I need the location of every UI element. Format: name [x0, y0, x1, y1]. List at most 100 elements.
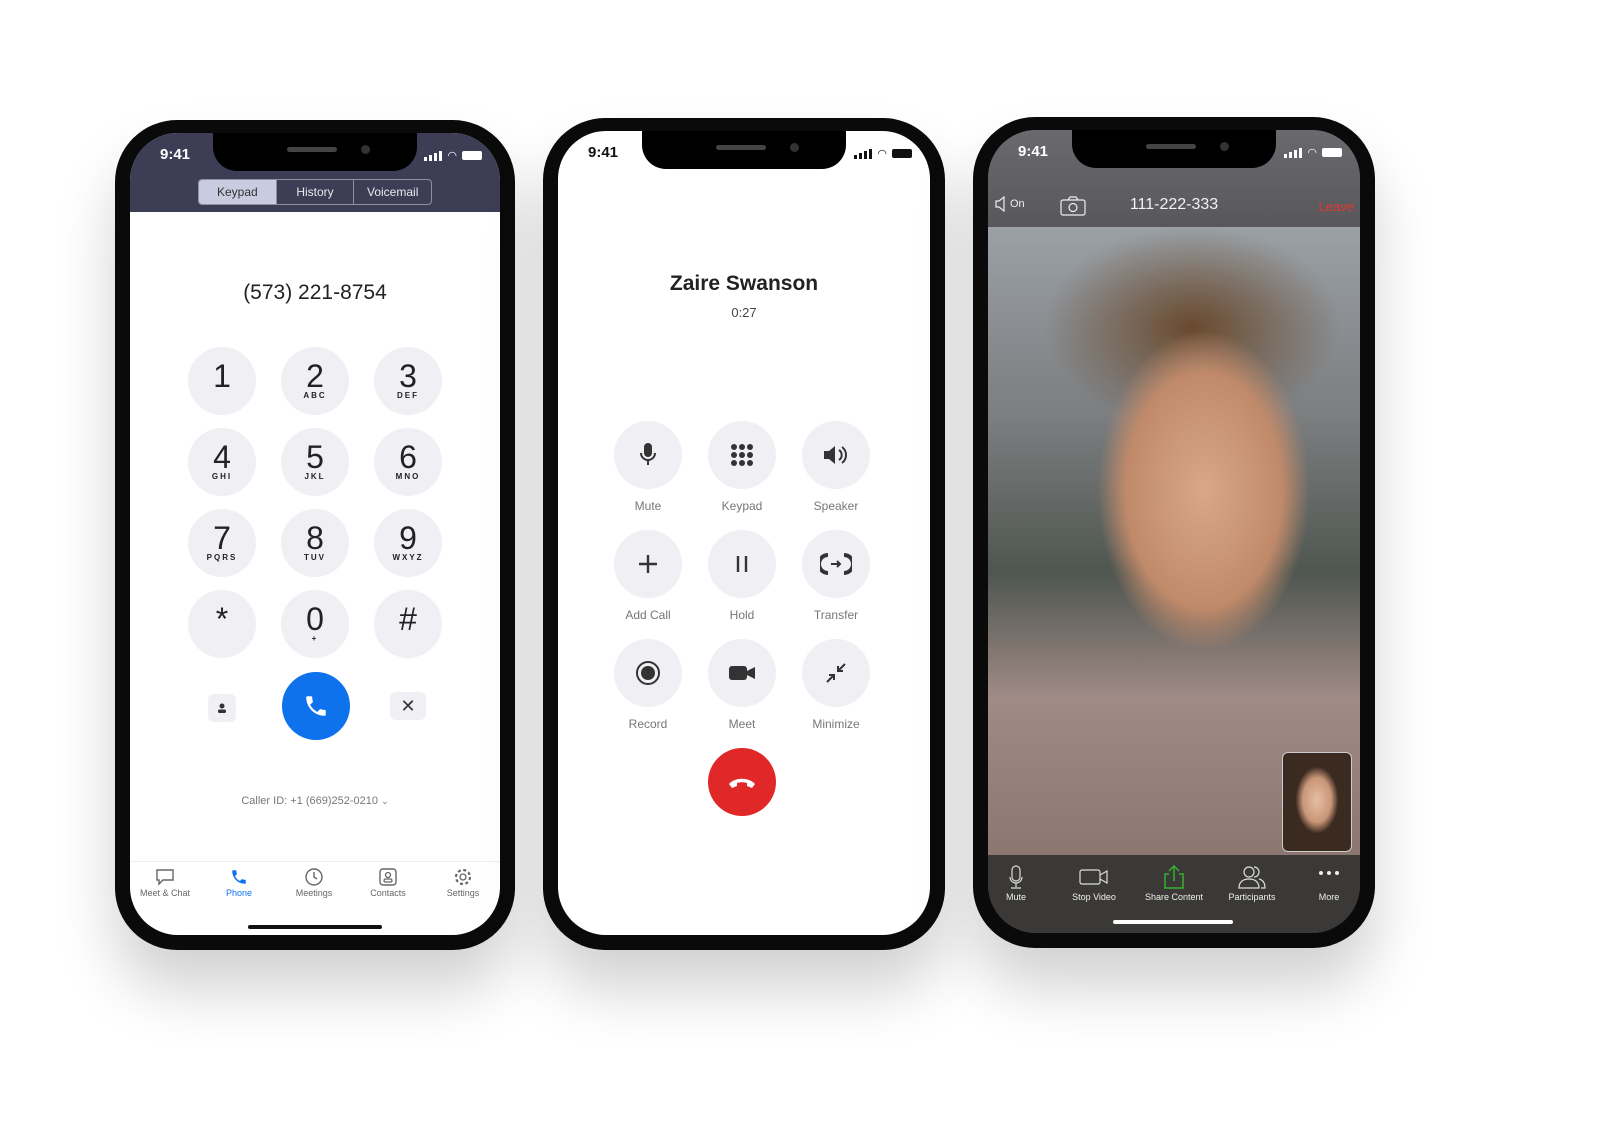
- toolbar-label: Share Content: [1144, 892, 1204, 902]
- keypad-icon: [730, 443, 754, 467]
- chat-bubble-icon: [156, 869, 174, 886]
- record-button[interactable]: [614, 639, 682, 707]
- signal-icon: [424, 150, 443, 161]
- home-indicator: [248, 925, 382, 929]
- key-8[interactable]: 8 TUV: [281, 509, 349, 577]
- dialer-tabs: Keypad History Voicemail: [198, 179, 432, 205]
- wifi-icon: ◠: [877, 148, 887, 160]
- dialer-screen: 9:41 ◠ Keypad History Voicemail (573) 22…: [130, 133, 500, 935]
- end-call-button[interactable]: [708, 748, 776, 816]
- nav-label: Meetings: [295, 888, 333, 898]
- key-digit: 9: [399, 520, 417, 556]
- call-duration: 0:27: [731, 305, 757, 320]
- key-5[interactable]: 5 JKL: [281, 428, 349, 496]
- meet-button[interactable]: [708, 639, 776, 707]
- key-star[interactable]: *: [188, 590, 256, 658]
- key-digit: 0: [306, 601, 324, 637]
- participants-button[interactable]: Participants: [1212, 865, 1292, 902]
- nav-meetings[interactable]: Meetings: [279, 868, 349, 898]
- control-label: Speaker: [813, 499, 859, 513]
- key-letters: PQRS: [206, 553, 238, 562]
- control-label: Record: [628, 717, 668, 731]
- key-9[interactable]: 9 WXYZ: [374, 509, 442, 577]
- key-letters: +: [311, 634, 319, 643]
- control-label: Add Call: [625, 608, 671, 622]
- tab-voicemail[interactable]: Voicemail: [353, 180, 431, 204]
- transfer-button[interactable]: [802, 530, 870, 598]
- wifi-icon: ◠: [447, 150, 457, 162]
- key-digit: 1: [213, 358, 231, 394]
- more-button[interactable]: More: [1289, 865, 1360, 902]
- control-label: Hold: [729, 608, 755, 622]
- key-letters: TUV: [304, 553, 326, 562]
- nav-meet-chat[interactable]: Meet & Chat: [130, 868, 200, 898]
- meeting-id: 111-222-333: [1129, 196, 1219, 213]
- tab-history[interactable]: History: [275, 180, 354, 204]
- plus-icon: [637, 553, 659, 575]
- mute-button[interactable]: [614, 421, 682, 489]
- share-content-button[interactable]: Share Content: [1134, 865, 1214, 902]
- hold-button[interactable]: [708, 530, 776, 598]
- tab-keypad[interactable]: Keypad: [199, 180, 276, 204]
- person-icon: [218, 703, 226, 713]
- mute-button[interactable]: Mute: [988, 865, 1056, 902]
- caller-id: Caller ID: +1 (669)252-0210: [241, 795, 379, 807]
- notch: [213, 133, 417, 171]
- key-7[interactable]: 7 PQRS: [188, 509, 256, 577]
- key-letters: DEF: [397, 391, 419, 400]
- phone-icon: [306, 696, 326, 716]
- control-label: Minimize: [812, 717, 860, 731]
- pause-icon: [734, 555, 750, 573]
- notch: [642, 131, 846, 169]
- toolbar-label: More: [1318, 892, 1340, 902]
- battery-icon: [892, 149, 912, 158]
- key-1[interactable]: 1: [188, 347, 256, 415]
- key-2[interactable]: 2 ABC: [281, 347, 349, 415]
- self-view-thumbnail[interactable]: [1282, 752, 1352, 852]
- toolbar-label: Mute: [1005, 892, 1026, 902]
- home-indicator: [1113, 920, 1233, 924]
- call-button[interactable]: [282, 672, 350, 740]
- add-call-button[interactable]: [614, 530, 682, 598]
- more-dots-icon: [1319, 871, 1339, 875]
- leave-button[interactable]: Leave: [1319, 199, 1354, 214]
- key-hash[interactable]: #: [374, 590, 442, 658]
- control-label: Transfer: [813, 608, 859, 622]
- minimize-button[interactable]: [802, 639, 870, 707]
- status-time: 9:41: [588, 144, 619, 161]
- status-time: 9:41: [1018, 143, 1049, 160]
- backspace-button[interactable]: ✕: [390, 692, 426, 720]
- toolbar-label: Stop Video: [1072, 892, 1116, 902]
- contacts-button[interactable]: [208, 694, 236, 722]
- gear-icon: [454, 868, 472, 886]
- status-icons: ◠: [854, 147, 912, 160]
- toolbar-label: Participants: [1228, 892, 1276, 902]
- stop-video-button[interactable]: Stop Video: [1054, 865, 1134, 902]
- wifi-icon: ◠: [1307, 147, 1317, 159]
- dialed-number[interactable]: (573) 221-8754: [130, 281, 500, 305]
- key-4[interactable]: 4 GHI: [188, 428, 256, 496]
- key-6[interactable]: 6 MNO: [374, 428, 442, 496]
- phone-meeting: 9:41 ◠ On 111-222-333 Leave Mute Stop Vi…: [973, 117, 1375, 948]
- signal-icon: [1284, 147, 1303, 158]
- key-0[interactable]: 0 +: [281, 590, 349, 658]
- keypad-button[interactable]: [708, 421, 776, 489]
- speaker-button[interactable]: [802, 421, 870, 489]
- phone-icon: [232, 870, 246, 884]
- nav-label: Settings: [446, 888, 480, 898]
- key-digit: 2: [306, 358, 324, 394]
- microphone-icon: [1009, 865, 1023, 889]
- chevron-down-icon: ⌄: [381, 796, 389, 806]
- battery-icon: [1322, 148, 1342, 157]
- nav-label: Meet & Chat: [139, 888, 191, 898]
- caller-id-selector[interactable]: Caller ID: +1 (669)252-0210 ⌄: [130, 795, 500, 807]
- nav-contacts[interactable]: Contacts: [353, 868, 423, 898]
- nav-settings[interactable]: Settings: [428, 868, 498, 898]
- nav-label: Phone: [225, 888, 253, 898]
- phone-dialer: 9:41 ◠ Keypad History Voicemail (573) 22…: [115, 120, 515, 950]
- minimize-icon: [825, 662, 847, 684]
- record-icon: [635, 660, 661, 686]
- hang-up-icon: [729, 778, 755, 788]
- nav-phone[interactable]: Phone: [204, 868, 274, 898]
- key-3[interactable]: 3 DEF: [374, 347, 442, 415]
